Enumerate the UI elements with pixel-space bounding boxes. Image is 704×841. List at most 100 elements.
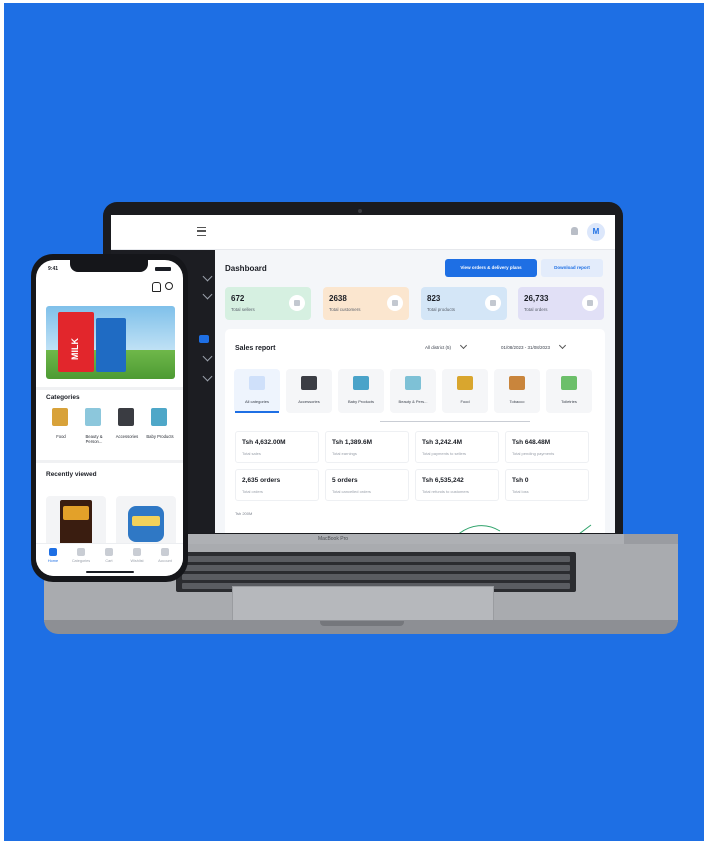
stat-card-sellers[interactable]: 672 Total sellers — [225, 287, 311, 320]
recently-viewed-title: Recently viewed — [46, 471, 97, 478]
kpi-card: Tsh 4,632.00M Total sales — [235, 431, 319, 463]
category-accessories[interactable]: Accessories — [286, 369, 332, 413]
active-tab-indicator — [235, 411, 279, 413]
category-baby-products[interactable]: Baby Products — [338, 369, 384, 413]
chart-axis-label: Tsh 200M — [235, 511, 253, 516]
kpi-card: Tsh 3,242.4M Total payments to sellers — [415, 431, 499, 463]
stat-label: Total sellers — [231, 307, 255, 312]
kpi-value: Tsh 0 — [512, 477, 529, 484]
milk-carton-image — [96, 318, 126, 372]
heart-icon — [133, 548, 141, 556]
toiletries-icon — [561, 376, 577, 390]
tab-label: Cart — [105, 559, 113, 563]
kpi-card: 2,635 orders Total orders — [235, 469, 319, 501]
kpi-label: Total sales — [242, 451, 261, 456]
beauty-icon — [85, 408, 101, 426]
kpi-card: Tsh 1,389.6M Total earnings — [325, 431, 409, 463]
search-icon[interactable] — [165, 282, 173, 290]
category-all[interactable]: All categories — [234, 369, 280, 413]
bell-icon[interactable] — [571, 227, 578, 235]
kpi-value: 5 orders — [332, 477, 358, 484]
category-label: Food — [56, 434, 66, 439]
accessories-icon — [301, 376, 317, 390]
accessories-icon — [118, 408, 134, 426]
stat-label: Total orders — [524, 307, 548, 312]
divider — [36, 387, 183, 390]
tab-label: Categories — [71, 559, 91, 563]
promo-banner[interactable]: MILK — [46, 306, 175, 379]
categories-icon — [77, 548, 85, 556]
tab-account[interactable]: Account — [152, 548, 178, 563]
category-label: Toiletries — [561, 399, 577, 404]
phone-screen: 9:41 MILK Categories Food Beauty & Perso… — [36, 260, 183, 576]
baby-products-icon — [353, 376, 369, 390]
kpi-card: Tsh 648.48M Total pending payments — [505, 431, 589, 463]
sales-report-title: Sales report — [235, 345, 276, 352]
kpi-label: Total pending payments — [512, 451, 555, 456]
bottom-tab-bar: Home Categories Cart Wishlist Account — [36, 543, 183, 576]
download-report-button[interactable]: Download report — [541, 259, 603, 277]
stat-card-products[interactable]: 823 Total products — [421, 287, 507, 320]
tab-wishlist[interactable]: Wishlist — [124, 548, 150, 563]
laptop-trackpad — [232, 586, 494, 624]
divider — [36, 460, 183, 463]
user-icon — [161, 548, 169, 556]
bell-icon[interactable] — [152, 282, 161, 292]
category-food[interactable]: Food — [442, 369, 488, 413]
category-scrollbar[interactable] — [380, 421, 530, 422]
customers-icon — [387, 295, 403, 311]
products-icon — [485, 295, 501, 311]
stat-value: 2638 — [329, 294, 347, 303]
laptop-front-notch — [320, 621, 404, 626]
food-icon — [52, 408, 68, 426]
category-beauty[interactable]: Beauty & Pers... — [390, 369, 436, 413]
category-tobacco[interactable]: Tobacco — [494, 369, 540, 413]
chevron-down-icon — [559, 341, 567, 350]
kpi-label: Total refunds to customers — [422, 489, 469, 494]
sidebar-header — [111, 215, 215, 250]
kpi-value: Tsh 1,389.6M — [332, 439, 372, 446]
stat-value: 823 — [427, 294, 441, 303]
sidebar-item-active[interactable] — [199, 335, 209, 343]
district-select[interactable]: All district (5) — [425, 341, 468, 354]
product-label-graphic — [132, 516, 160, 526]
orders-icon — [582, 295, 598, 311]
cart-icon — [105, 548, 113, 556]
tab-label: Wishlist — [130, 559, 144, 563]
kpi-label: Total earnings — [332, 451, 357, 456]
food-icon — [457, 376, 473, 390]
baby-products-icon — [151, 408, 167, 426]
chevron-down-icon[interactable] — [202, 371, 213, 382]
kpi-value: 2,635 orders — [242, 477, 281, 484]
tab-cart[interactable]: Cart — [96, 548, 122, 563]
chevron-down-icon[interactable] — [202, 351, 213, 362]
chevron-down-icon[interactable] — [202, 289, 213, 300]
page-title: Dashboard — [225, 264, 267, 273]
stat-card-orders[interactable]: 26,733 Total orders — [518, 287, 604, 320]
menu-icon[interactable] — [197, 227, 206, 236]
stat-label: Total products — [427, 307, 456, 312]
banner-text: MILK — [70, 338, 80, 360]
kpi-card: Tsh 0 Total loss — [505, 469, 589, 501]
topbar — [215, 215, 615, 250]
kpi-value: Tsh 4,632.00M — [242, 439, 286, 446]
stat-card-customers[interactable]: 2638 Total customers — [323, 287, 409, 320]
tab-categories[interactable]: Categories — [68, 548, 94, 563]
avatar[interactable]: M — [587, 223, 605, 241]
home-icon — [49, 548, 57, 556]
kpi-card: 5 orders Total cancelled orders — [325, 469, 409, 501]
product-label-graphic — [63, 506, 89, 520]
category-label: Tobacco — [509, 399, 525, 404]
stat-value: 26,733 — [524, 294, 549, 303]
view-orders-button[interactable]: View orders & delivery plans — [445, 259, 537, 277]
date-range-select[interactable]: 01/08/2023 - 31/08/2023 — [501, 341, 567, 354]
tab-home[interactable]: Home — [40, 548, 66, 563]
sales-chart-line — [459, 524, 592, 533]
status-time: 9:41 — [48, 266, 59, 272]
category-toiletries[interactable]: Toiletries — [546, 369, 592, 413]
chevron-down-icon[interactable] — [202, 271, 213, 282]
page: M Dashboard View orders & delivery plans… — [0, 0, 704, 841]
battery-icon — [155, 267, 171, 271]
home-indicator — [86, 571, 134, 573]
category-label: Beauty & Person... — [85, 434, 103, 444]
